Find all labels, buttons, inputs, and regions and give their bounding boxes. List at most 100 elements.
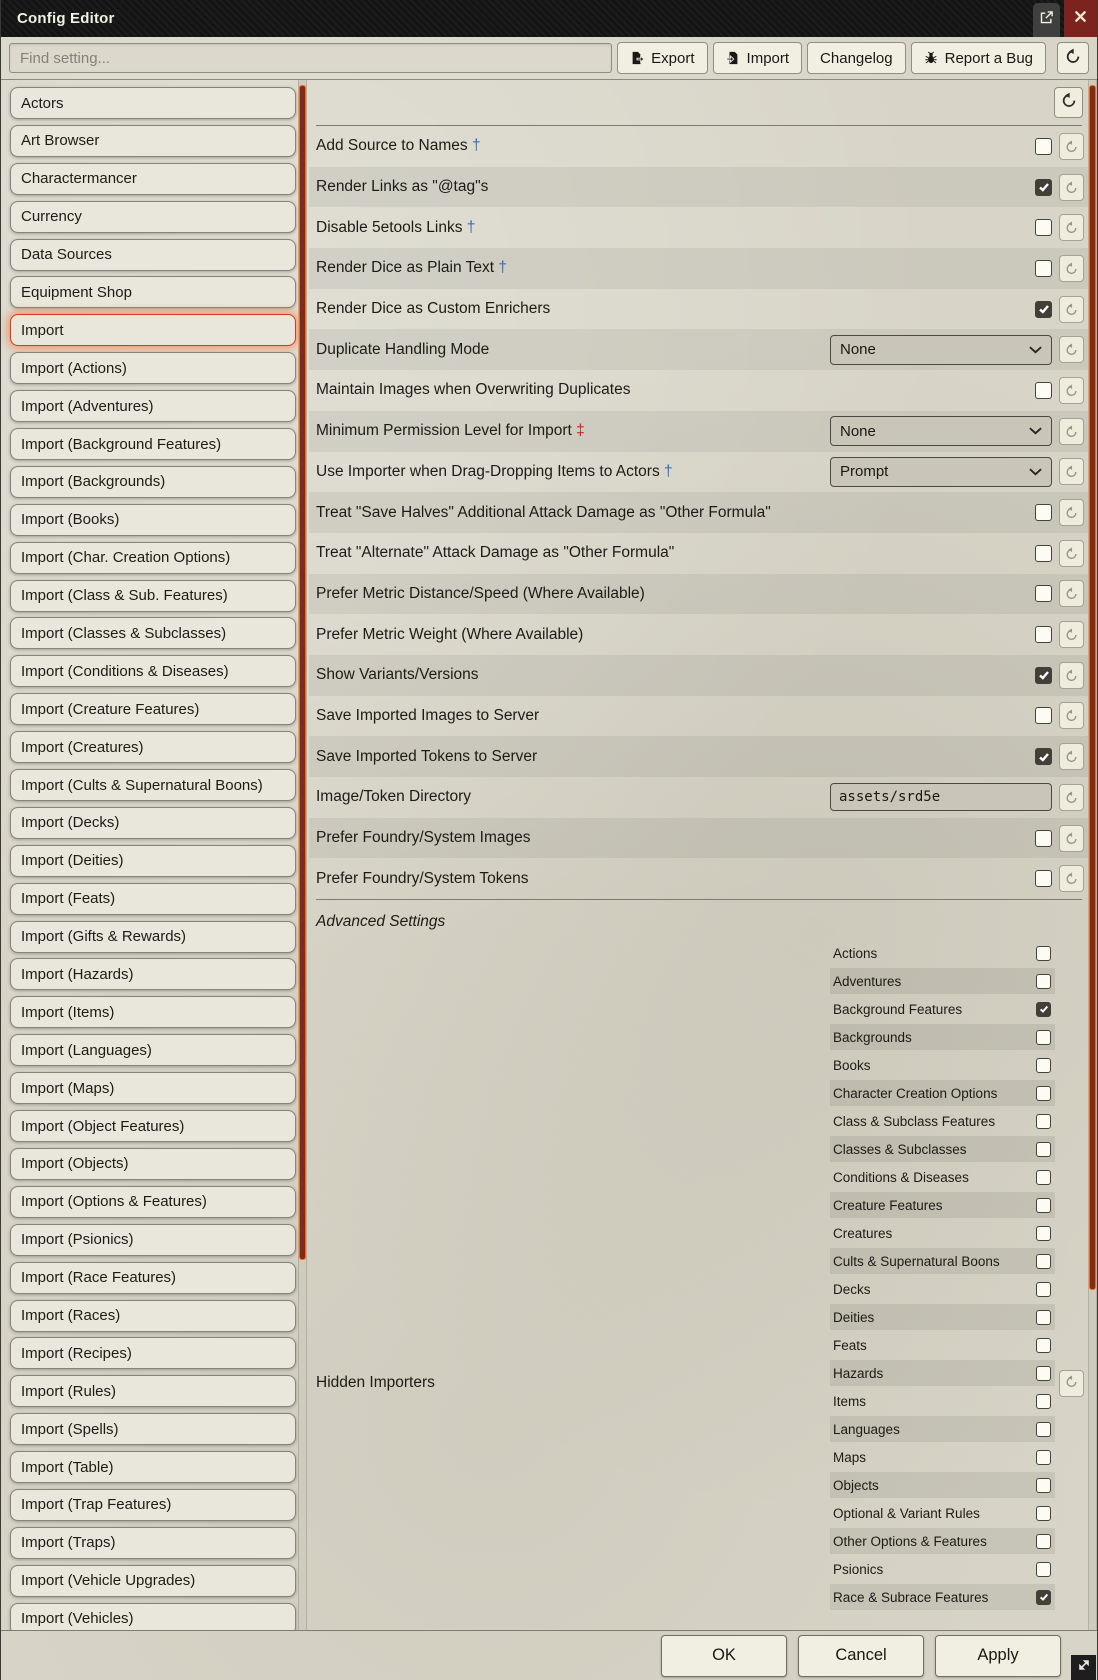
reset-setting-button[interactable] — [1059, 540, 1084, 567]
checkbox[interactable] — [1036, 1562, 1051, 1577]
sidebar-item-import-deities[interactable]: Import (Deities) — [10, 845, 296, 877]
reset-setting-button[interactable] — [1059, 743, 1084, 770]
sidebar-item-import-maps[interactable]: Import (Maps) — [10, 1072, 296, 1104]
checkbox[interactable] — [1036, 1002, 1051, 1017]
setting-select[interactable]: Prompt — [830, 457, 1052, 487]
setting-select[interactable]: None — [830, 416, 1052, 446]
sidebar-item-import-psionics[interactable]: Import (Psionics) — [10, 1224, 296, 1256]
sidebar-item-import-object-features[interactable]: Import (Object Features) — [10, 1110, 296, 1142]
sidebar-item-equipment-shop[interactable]: Equipment Shop — [10, 276, 296, 308]
checkbox[interactable] — [1036, 1114, 1051, 1129]
report-a-bug-button[interactable]: Report a Bug — [911, 42, 1046, 74]
reset-search-button[interactable] — [1057, 42, 1089, 74]
export-button[interactable]: Export — [617, 42, 707, 74]
sidebar-item-import-table[interactable]: Import (Table) — [10, 1451, 296, 1483]
sidebar-item-import-traps[interactable]: Import (Traps) — [10, 1527, 296, 1559]
sidebar-item-import-options-features[interactable]: Import (Options & Features) — [10, 1186, 296, 1218]
reset-setting-button[interactable] — [1059, 336, 1084, 363]
sidebar-item-import-books[interactable]: Import (Books) — [10, 504, 296, 536]
checkbox[interactable] — [1036, 1086, 1051, 1101]
sidebar-item-import[interactable]: Import — [10, 314, 296, 346]
sidebar-item-import-cults-supernatural-boons[interactable]: Import (Cults & Supernatural Boons) — [10, 769, 296, 801]
checkbox[interactable] — [1036, 1226, 1051, 1241]
checkbox[interactable] — [1035, 138, 1052, 155]
checkbox[interactable] — [1035, 626, 1052, 643]
ok-button[interactable]: OK — [661, 1635, 787, 1677]
checkbox[interactable] — [1035, 301, 1052, 318]
reset-setting-button[interactable] — [1059, 499, 1084, 526]
reset-setting-button[interactable] — [1059, 255, 1084, 282]
main-scrollbar[interactable] — [1088, 80, 1097, 1630]
reset-setting-button[interactable] — [1059, 580, 1084, 607]
checkbox[interactable] — [1036, 1058, 1051, 1073]
sidebar-item-import-spells[interactable]: Import (Spells) — [10, 1413, 296, 1445]
sidebar-item-import-rules[interactable]: Import (Rules) — [10, 1375, 296, 1407]
reset-setting-button[interactable] — [1059, 214, 1084, 241]
sidebar-item-import-conditions-diseases[interactable]: Import (Conditions & Diseases) — [10, 655, 296, 687]
sidebar-item-import-char-creation-options[interactable]: Import (Char. Creation Options) — [10, 542, 296, 574]
sidebar-item-import-race-features[interactable]: Import (Race Features) — [10, 1262, 296, 1294]
checkbox[interactable] — [1035, 585, 1052, 602]
sidebar-item-import-creatures[interactable]: Import (Creatures) — [10, 731, 296, 763]
sidebar-item-currency[interactable]: Currency — [10, 201, 296, 233]
reset-setting-button[interactable] — [1059, 296, 1084, 323]
sidebar-item-import-classes-subclasses[interactable]: Import (Classes & Subclasses) — [10, 617, 296, 649]
sidebar-item-import-vehicles[interactable]: Import (Vehicles) — [10, 1603, 296, 1630]
setting-text-input[interactable]: assets/srd5e — [830, 783, 1052, 811]
checkbox[interactable] — [1036, 1338, 1051, 1353]
sidebar-item-import-actions[interactable]: Import (Actions) — [10, 352, 296, 384]
sidebar-item-actors[interactable]: Actors — [10, 87, 296, 119]
checkbox[interactable] — [1036, 1282, 1051, 1297]
resize-handle[interactable] — [1071, 1655, 1096, 1680]
sidebar-item-import-background-features[interactable]: Import (Background Features) — [10, 428, 296, 460]
sidebar-item-import-backgrounds[interactable]: Import (Backgrounds) — [10, 466, 296, 498]
sidebar-item-charactermancer[interactable]: Charactermancer — [10, 163, 296, 195]
checkbox[interactable] — [1035, 748, 1052, 765]
checkbox[interactable] — [1036, 1394, 1051, 1409]
reset-setting-button[interactable] — [1059, 702, 1084, 729]
sidebar-item-import-adventures[interactable]: Import (Adventures) — [10, 390, 296, 422]
sidebar-item-import-feats[interactable]: Import (Feats) — [10, 883, 296, 915]
reset-hidden-importers-button[interactable] — [1059, 1370, 1084, 1397]
checkbox[interactable] — [1035, 667, 1052, 684]
sidebar-item-import-hazards[interactable]: Import (Hazards) — [10, 958, 296, 990]
sidebar-item-import-items[interactable]: Import (Items) — [10, 996, 296, 1028]
sidebar-item-art-browser[interactable]: Art Browser — [10, 125, 296, 157]
checkbox[interactable] — [1036, 1254, 1051, 1269]
sidebar-scrollbar-thumb[interactable] — [299, 85, 306, 1260]
reset-setting-button[interactable] — [1059, 865, 1084, 892]
checkbox[interactable] — [1035, 219, 1052, 236]
checkbox[interactable] — [1036, 1142, 1051, 1157]
sidebar-scrollbar[interactable] — [298, 80, 307, 1630]
checkbox[interactable] — [1036, 1478, 1051, 1493]
sidebar-item-import-recipes[interactable]: Import (Recipes) — [10, 1337, 296, 1369]
checkbox[interactable] — [1035, 830, 1052, 847]
checkbox[interactable] — [1036, 1198, 1051, 1213]
sidebar-item-import-objects[interactable]: Import (Objects) — [10, 1148, 296, 1180]
checkbox[interactable] — [1035, 504, 1052, 521]
reset-setting-button[interactable] — [1059, 458, 1084, 485]
checkbox[interactable] — [1036, 1506, 1051, 1521]
sidebar-item-data-sources[interactable]: Data Sources — [10, 239, 296, 271]
reset-setting-button[interactable] — [1059, 784, 1084, 811]
checkbox[interactable] — [1036, 1422, 1051, 1437]
reset-setting-button[interactable] — [1059, 621, 1084, 648]
main-scrollbar-thumb[interactable] — [1089, 85, 1096, 1290]
checkbox[interactable] — [1035, 179, 1052, 196]
apply-button[interactable]: Apply — [935, 1635, 1061, 1677]
checkbox[interactable] — [1035, 260, 1052, 277]
reset-section-button[interactable] — [1054, 87, 1083, 118]
sidebar-item-import-decks[interactable]: Import (Decks) — [10, 807, 296, 839]
checkbox[interactable] — [1035, 870, 1052, 887]
sidebar-item-import-creature-features[interactable]: Import (Creature Features) — [10, 693, 296, 725]
sidebar-item-import-languages[interactable]: Import (Languages) — [10, 1034, 296, 1066]
changelog-button[interactable]: Changelog — [807, 42, 906, 74]
search-input[interactable] — [9, 43, 612, 73]
sidebar-item-import-races[interactable]: Import (Races) — [10, 1300, 296, 1332]
checkbox[interactable] — [1035, 382, 1052, 399]
import-button[interactable]: Import — [713, 42, 803, 74]
popout-button[interactable] — [1033, 3, 1060, 37]
checkbox[interactable] — [1036, 1030, 1051, 1045]
checkbox[interactable] — [1036, 1366, 1051, 1381]
sidebar-item-import-vehicle-upgrades[interactable]: Import (Vehicle Upgrades) — [10, 1565, 296, 1597]
